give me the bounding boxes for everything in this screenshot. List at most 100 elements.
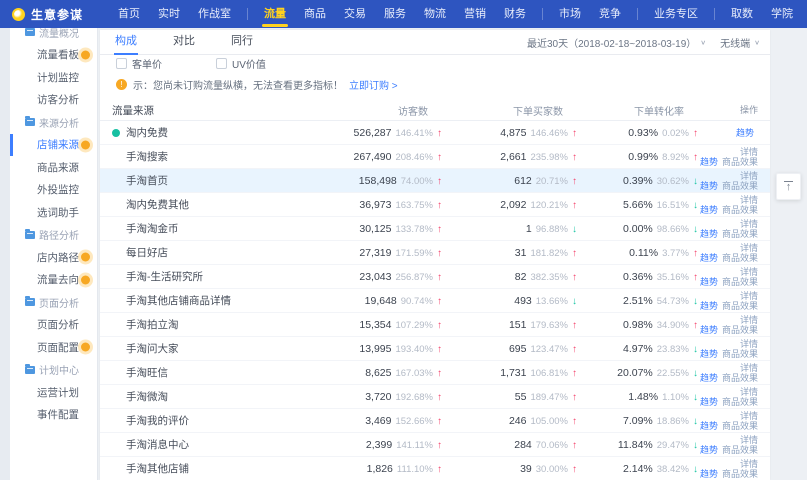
metric-checkbox-1[interactable]: UV价值	[216, 56, 316, 70]
details-link[interactable]: 详情	[740, 147, 758, 157]
table-row[interactable]: 淘内免费526,287146.41%↑4,875146.46%↑0.93%0.0…	[100, 121, 770, 145]
sidebar-item-6[interactable]: 商品来源	[10, 156, 97, 179]
nav-item-0[interactable]: 首页	[109, 0, 149, 28]
nav-item-11[interactable]: 竞争	[590, 0, 630, 28]
details-link[interactable]: 详情	[740, 459, 758, 469]
trend-link[interactable]: 趋势	[700, 469, 718, 479]
details-link[interactable]: 详情	[740, 243, 758, 253]
details-link[interactable]: 详情	[740, 195, 758, 205]
sidebar-item-17[interactable]: 事件配置	[10, 404, 97, 427]
back-to-top-button[interactable]: ↑	[776, 173, 801, 200]
trend-link[interactable]: 趋势	[700, 181, 718, 191]
trend-link[interactable]: 趋势	[700, 301, 718, 311]
product-effect-link[interactable]: 商品效果	[722, 205, 758, 215]
visitors-change: 152.66%	[395, 416, 433, 427]
nav-item-8[interactable]: 营销	[455, 0, 495, 28]
product-effect-link[interactable]: 商品效果	[722, 349, 758, 359]
product-effect-link[interactable]: 商品效果	[722, 445, 758, 455]
sidebar-item-3[interactable]: 访客分析	[10, 89, 97, 112]
table-row[interactable]: 手淘首页158,49874.00%↑61220.71%↑0.39%30.62%↓…	[100, 169, 770, 193]
trend-link[interactable]: 趋势	[700, 445, 718, 455]
checkbox-icon[interactable]	[116, 58, 127, 69]
sidebar-item-1[interactable]: 流量看板	[10, 44, 97, 67]
product-effect-link[interactable]: 商品效果	[722, 469, 758, 479]
sidebar-item-2[interactable]: 计划监控	[10, 66, 97, 89]
trend-link[interactable]: 趋势	[700, 325, 718, 335]
sidebar-item-8[interactable]: 选词助手	[10, 201, 97, 224]
table-row[interactable]: 手淘其他店铺商品详情19,64890.74%↑49313.66%↓2.51%54…	[100, 289, 770, 313]
checkbox-icon[interactable]	[216, 58, 227, 69]
product-effect-link[interactable]: 商品效果	[722, 157, 758, 167]
sidebar-item-11[interactable]: 流量去向	[10, 269, 97, 292]
nav-item-13[interactable]: 取数	[722, 0, 762, 28]
sidebar-item-5[interactable]: 店铺来源	[10, 134, 97, 157]
trend-link[interactable]: 趋势	[700, 277, 718, 287]
table-row[interactable]: 手淘-生活研究所23,043256.87%↑82382.35%↑0.36%35.…	[100, 265, 770, 289]
sidebar-item-7[interactable]: 外投监控	[10, 179, 97, 202]
nav-item-5[interactable]: 交易	[335, 0, 375, 28]
trend-link[interactable]: 趋势	[700, 373, 718, 383]
product-effect-link[interactable]: 商品效果	[722, 421, 758, 431]
table-row[interactable]: 手淘问大家13,995193.40%↑695123.47%↑4.97%23.83…	[100, 337, 770, 361]
nav-item-1[interactable]: 实时	[149, 0, 189, 28]
details-link[interactable]: 详情	[740, 315, 758, 325]
details-link[interactable]: 详情	[740, 411, 758, 421]
metric-checkbox-0[interactable]: 客单价	[116, 56, 216, 70]
nav-item-7[interactable]: 物流	[415, 0, 455, 28]
trend-link[interactable]: 趋势	[700, 397, 718, 407]
nav-item-12[interactable]: 业务专区	[645, 0, 707, 28]
product-effect-link[interactable]: 商品效果	[722, 325, 758, 335]
details-link[interactable]: 详情	[740, 363, 758, 373]
details-link[interactable]: 详情	[740, 267, 758, 277]
nav-item-4[interactable]: 商品	[295, 0, 335, 28]
table-row[interactable]: 手淘拍立淘15,354107.29%↑151179.63%↑0.98%34.90…	[100, 313, 770, 337]
trend-link[interactable]: 趋势	[700, 349, 718, 359]
product-effect-link[interactable]: 商品效果	[722, 181, 758, 191]
product-effect-link[interactable]: 商品效果	[722, 373, 758, 383]
table-row[interactable]: 淘内免费其他36,973163.75%↑2,092120.21%↑5.66%16…	[100, 193, 770, 217]
tab-2[interactable]: 同行	[230, 28, 254, 54]
table-row[interactable]: 手淘消息中心2,399141.11%↑28470.06%↑11.84%29.47…	[100, 433, 770, 457]
nav-item-6[interactable]: 服务	[375, 0, 415, 28]
subscribe-link[interactable]: 立即订购 >	[349, 77, 398, 92]
product-effect-link[interactable]: 商品效果	[722, 277, 758, 287]
table-row[interactable]: 手淘我的评价3,469152.66%↑246105.00%↑7.09%18.86…	[100, 409, 770, 433]
details-link[interactable]: 详情	[740, 435, 758, 445]
visitors-value: 30,125	[359, 223, 391, 235]
nav-item-10[interactable]: 市场	[550, 0, 590, 28]
product-effect-link[interactable]: 商品效果	[722, 397, 758, 407]
details-link[interactable]: 详情	[740, 219, 758, 229]
nav-item-9[interactable]: 财务	[495, 0, 535, 28]
nav-item-2[interactable]: 作战室	[189, 0, 240, 28]
product-effect-link[interactable]: 商品效果	[722, 301, 758, 311]
table-row[interactable]: 手淘淘金币30,125133.78%↑196.88%↓0.00%98.66%↓详…	[100, 217, 770, 241]
terminal-select[interactable]: 无线端 ∨	[720, 35, 760, 50]
details-link[interactable]: 详情	[740, 171, 758, 181]
trend-link[interactable]: 趋势	[736, 128, 754, 138]
table-row[interactable]: 手淘搜索267,490208.46%↑2,661235.98%↑0.99%8.9…	[100, 145, 770, 169]
trend-link[interactable]: 趋势	[700, 253, 718, 263]
trend-link[interactable]: 趋势	[700, 229, 718, 239]
details-link[interactable]: 详情	[740, 387, 758, 397]
table-row[interactable]: 手淘其他店铺1,826111.10%↑3930.00%↑2.14%38.42%↓…	[100, 457, 770, 480]
trend-link[interactable]: 趋势	[700, 157, 718, 167]
nav-item-14[interactable]: 学院	[762, 0, 802, 28]
sidebar-item-13[interactable]: 页面分析	[10, 314, 97, 337]
app-logo[interactable]: 生意参谋	[12, 6, 83, 23]
tab-1[interactable]: 对比	[172, 28, 196, 54]
trend-link[interactable]: 趋势	[700, 205, 718, 215]
details-link[interactable]: 详情	[740, 291, 758, 301]
sidebar-item-16[interactable]: 运营计划	[10, 381, 97, 404]
sidebar-item-10[interactable]: 店内路径	[10, 246, 97, 269]
nav-item-3[interactable]: 流量	[255, 0, 295, 28]
product-effect-link[interactable]: 商品效果	[722, 229, 758, 239]
date-range-select[interactable]: 最近30天（2018-02-18~2018-03-19） ∨	[527, 35, 706, 50]
product-effect-link[interactable]: 商品效果	[722, 253, 758, 263]
sidebar-item-14[interactable]: 页面配置	[10, 336, 97, 359]
tab-0[interactable]: 构成	[114, 28, 138, 54]
details-link[interactable]: 详情	[740, 339, 758, 349]
table-row[interactable]: 手淘旺信8,625167.03%↑1,731106.81%↑20.07%22.5…	[100, 361, 770, 385]
table-row[interactable]: 手淘微淘3,720192.68%↑55189.47%↑1.48%1.10%↓详情…	[100, 385, 770, 409]
table-row[interactable]: 每日好店27,319171.59%↑31181.82%↑0.11%3.77%↑详…	[100, 241, 770, 265]
trend-link[interactable]: 趋势	[700, 421, 718, 431]
